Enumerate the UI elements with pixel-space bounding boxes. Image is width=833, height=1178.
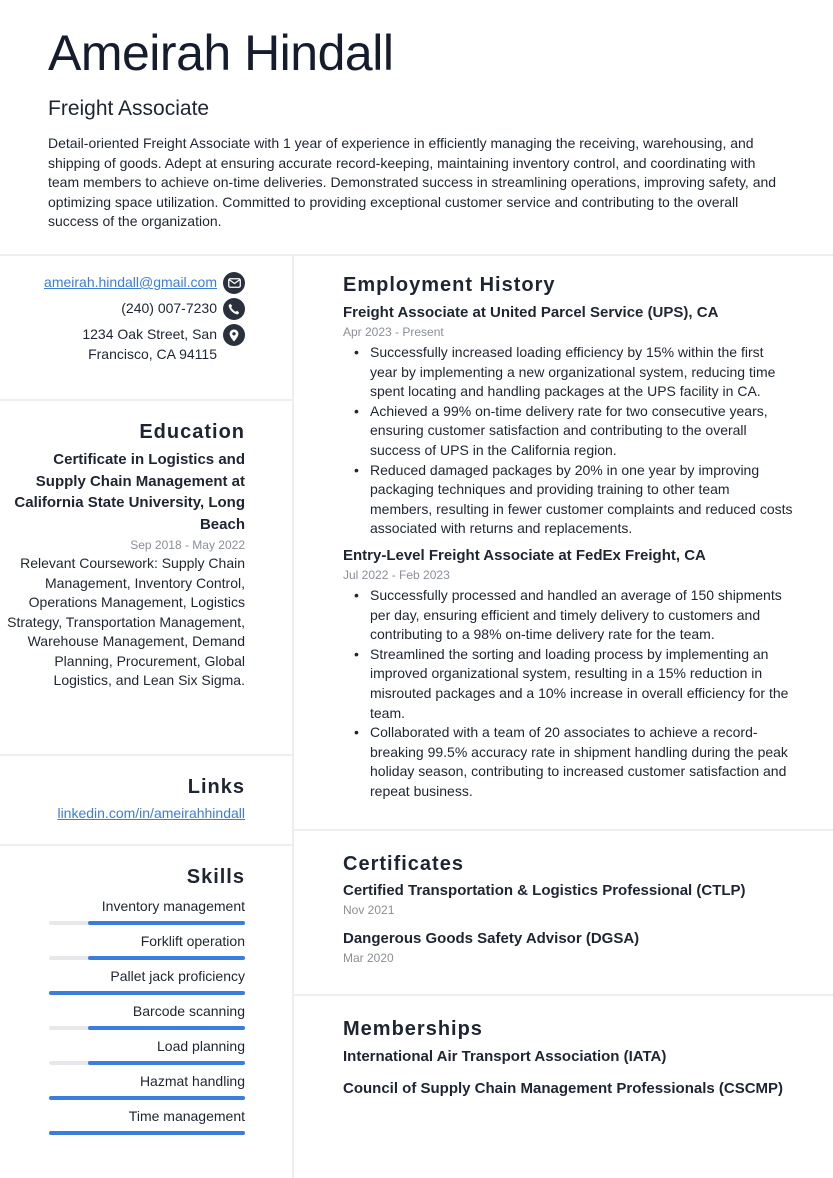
memberships-heading: Memberships: [343, 1018, 483, 1040]
skill-level-bar: [49, 921, 245, 925]
achievement-item: Successfully increased loading efficienc…: [343, 343, 793, 402]
education-heading: Education: [139, 421, 245, 443]
achievement-item: Streamlined the sorting and loading proc…: [343, 645, 793, 723]
job-title: Entry-Level Freight Associate at FedEx F…: [343, 546, 706, 564]
skill-level-fill: [88, 956, 245, 960]
memberships-list: International Air Transport Association …: [343, 1046, 793, 1100]
skill-item: Load planning: [0, 1036, 245, 1065]
job-achievements: Successfully processed and handled an av…: [343, 586, 793, 802]
job-dates: Jul 2022 - Feb 2023: [343, 567, 450, 582]
job-achievements: Successfully increased loading efficienc…: [343, 343, 793, 539]
skill-name: Pallet jack proficiency: [110, 968, 245, 984]
skills-list: Inventory management Forklift operation Pa…: [0, 896, 245, 1135]
right-column: Employment History Freight Associate at …: [294, 256, 833, 1100]
skills-heading: Skills: [186, 866, 245, 888]
skill-item: Inventory management: [0, 896, 245, 925]
employment-heading: Employment History: [343, 274, 556, 296]
skill-item: Forklift operation: [0, 931, 245, 960]
links-section: Links linkedin.com/in/ameirahhindall: [0, 756, 292, 846]
certificate-date: Mar 2020: [343, 951, 394, 965]
left-column: ameirah.hindall@gmail.com (240) 007-7230…: [0, 256, 292, 1135]
resume-header: Ameirah Hindall Freight Associate Detail…: [48, 22, 793, 232]
skill-level-bar: [49, 1026, 245, 1030]
phone-icon: [223, 298, 245, 320]
skill-level-fill: [49, 991, 245, 995]
envelope-icon: [223, 272, 245, 294]
contact-address: 1234 Oak Street, San Francisco, CA 94115: [0, 324, 245, 364]
membership-item: Council of Supply Chain Management Profe…: [343, 1080, 784, 1097]
skill-name: Inventory management: [101, 898, 245, 914]
job-title: Freight Associate at United Parcel Servi…: [343, 304, 719, 321]
skill-level-bar: [49, 956, 245, 960]
skill-name: Time management: [128, 1108, 245, 1124]
achievement-item: Collaborated with a team of 20 associate…: [343, 723, 793, 801]
skill-level-fill: [88, 1061, 245, 1065]
achievement-item: Reduced damaged packages by 20% in one y…: [343, 461, 793, 539]
certificate-entry: Dangerous Goods Safety Advisor (DGSA) Mar…: [343, 928, 793, 966]
certificates-section: Certificates Certified Transportation & …: [294, 831, 833, 996]
job-entry: Entry-Level Freight Associate at FedEx F…: [343, 545, 793, 802]
address-text: 1234 Oak Street, San Francisco, CA 94115: [82, 326, 217, 362]
employment-section: Employment History Freight Associate at …: [294, 256, 833, 831]
education-section: Education Certificate in Logistics and S…: [0, 401, 292, 756]
skill-level-bar: [49, 1096, 245, 1100]
skill-level-bar: [49, 1131, 245, 1135]
phone-number: (240) 007-7230: [121, 300, 217, 316]
contact-section: ameirah.hindall@gmail.com (240) 007-7230…: [0, 256, 292, 401]
skill-level-fill: [49, 1131, 245, 1135]
job-dates: Apr 2023 - Present: [343, 325, 444, 339]
education-title: Certificate in Logistics and Supply Chai…: [14, 451, 245, 533]
education-description: Relevant Coursework: Supply Chain Manage…: [7, 555, 245, 688]
achievement-item: Successfully processed and handled an av…: [343, 586, 793, 645]
skill-level-fill: [88, 1026, 245, 1030]
map-pin-icon: [223, 324, 245, 346]
education-dates: Sep 2018 - May 2022: [130, 538, 245, 552]
certificates-list: Certified Transportation & Logistics Pro…: [343, 880, 793, 966]
skills-section: Skills Inventory management Forklift oper…: [0, 846, 292, 1135]
skill-name: Barcode scanning: [132, 1003, 245, 1019]
skill-name: Load planning: [157, 1038, 245, 1054]
skill-item: Hazmat handling: [0, 1071, 245, 1100]
skill-level-bar: [49, 991, 245, 995]
skill-name: Hazmat handling: [139, 1073, 245, 1089]
skill-item: Barcode scanning: [0, 1001, 245, 1030]
certificate-title: Dangerous Goods Safety Advisor (DGSA): [343, 930, 640, 947]
job-entry: Freight Associate at United Parcel Servi…: [343, 302, 793, 539]
certificates-heading: Certificates: [343, 853, 464, 875]
skill-level-fill: [49, 1096, 245, 1100]
achievement-item: Achieved a 99% on-time delivery rate for…: [343, 402, 793, 461]
skill-item: Pallet jack proficiency: [0, 966, 245, 995]
jobs-list: Freight Associate at United Parcel Servi…: [343, 302, 793, 801]
contact-phone: (240) 007-7230: [0, 298, 245, 320]
profile-summary: Detail-oriented Freight Associate with 1…: [48, 135, 777, 230]
linkedin-link[interactable]: linkedin.com/in/ameirahhindall: [0, 803, 245, 823]
candidate-name: Ameirah Hindall: [48, 25, 394, 81]
candidate-title: Freight Associate: [48, 97, 210, 120]
memberships-section: Memberships International Air Transport …: [294, 996, 833, 1100]
certificate-title: Certified Transportation & Logistics Pro…: [343, 882, 746, 899]
links-heading: Links: [187, 776, 245, 798]
email-link[interactable]: ameirah.hindall@gmail.com: [44, 272, 217, 292]
certificate-entry: Certified Transportation & Logistics Pro…: [343, 880, 793, 918]
skill-name: Forklift operation: [140, 933, 245, 949]
skill-level-bar: [49, 1061, 245, 1065]
membership-item: International Air Transport Association …: [343, 1048, 667, 1065]
skill-item: Time management: [0, 1106, 245, 1135]
certificate-date: Nov 2021: [343, 903, 395, 917]
contact-email: ameirah.hindall@gmail.com: [0, 272, 245, 294]
skill-level-fill: [88, 921, 245, 925]
